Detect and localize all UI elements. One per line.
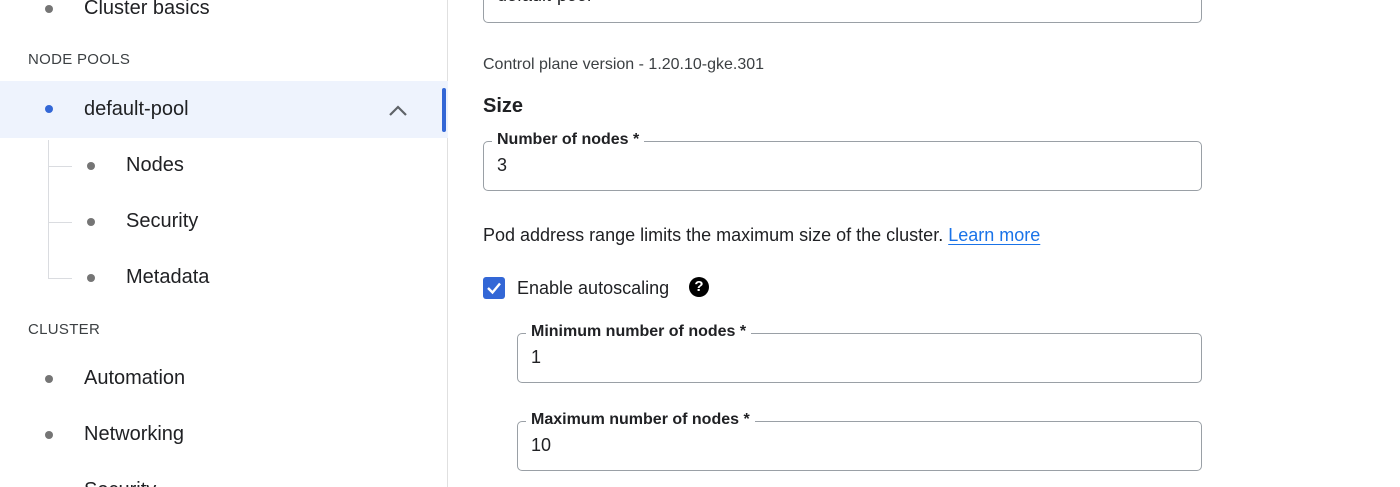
autoscaling-label: Enable autoscaling [517,278,670,298]
max-nodes-field[interactable]: Maximum number of nodes * [517,411,1202,471]
num-nodes-label: Number of nodes * [492,131,645,149]
sidebar-item-cluster-security[interactable]: Security [0,471,448,487]
autoscaling-checkbox[interactable] [483,277,505,299]
checkmark-icon [487,282,501,295]
size-heading: Size [483,95,524,117]
min-nodes-input[interactable] [531,347,1078,368]
sidebar-item-default-pool[interactable] [0,81,448,138]
name-field[interactable] [483,0,1202,23]
min-nodes-field[interactable]: Minimum number of nodes * [517,323,1202,383]
max-nodes-input[interactable] [531,435,1078,456]
chevron-up-icon[interactable] [388,101,408,121]
sidebar-item-label: Security [84,479,156,487]
sidebar-item-metadata[interactable]: Metadata [0,258,448,298]
sidebar-item-label: default-pool [84,98,189,120]
min-nodes-label: Minimum number of nodes * [526,323,752,341]
bullet-icon [87,162,95,170]
sidebar-item-label: Automation [84,367,186,389]
help-icon[interactable]: ? [689,277,709,297]
sidebar-item-label: Nodes [126,154,184,176]
sidebar-item-nodes[interactable]: Nodes [0,146,448,186]
bullet-icon [87,218,95,226]
control-plane-version: Control plane version - 1.20.10-gke.301 [483,56,765,73]
pod-range-text: Pod address range limits the maximum siz… [483,225,944,245]
bullet-icon [45,431,53,439]
bullet-icon [45,105,53,113]
num-nodes-input[interactable] [497,155,1071,176]
main-content: Control plane version - 1.20.10-gke.301 … [449,0,1400,487]
num-nodes-field[interactable]: Number of nodes * [483,131,1202,191]
sidebar-item-label: Metadata [126,266,210,288]
sidebar-item-networking[interactable]: Networking [0,415,448,455]
bullet-icon [87,274,95,282]
sidebar-item-automation[interactable]: Automation [0,359,448,399]
sidebar-item-label: Networking [84,423,185,445]
bullet-icon [45,5,53,13]
name-input[interactable] [497,0,1071,6]
bullet-icon [45,375,53,383]
sidebar-item-security[interactable]: Security [0,202,448,242]
section-title-cluster: CLUSTER [28,321,101,338]
section-title-node-pools: NODE POOLS [28,51,131,68]
active-indicator [442,88,446,132]
sidebar-nav: Cluster basics NODE POOLS default-pool N… [0,0,448,487]
max-nodes-label: Maximum number of nodes * [526,411,755,429]
learn-more-link[interactable]: Learn more [948,225,1040,245]
sidebar-item-label: Security [126,210,199,232]
page: Cluster basics NODE POOLS default-pool N… [0,0,1400,487]
sidebar-item-cluster-basics[interactable]: Cluster basics [0,0,448,29]
pod-range-hint: Pod address range limits the maximum siz… [483,225,1040,246]
sidebar-item-label: Cluster basics [84,0,210,19]
